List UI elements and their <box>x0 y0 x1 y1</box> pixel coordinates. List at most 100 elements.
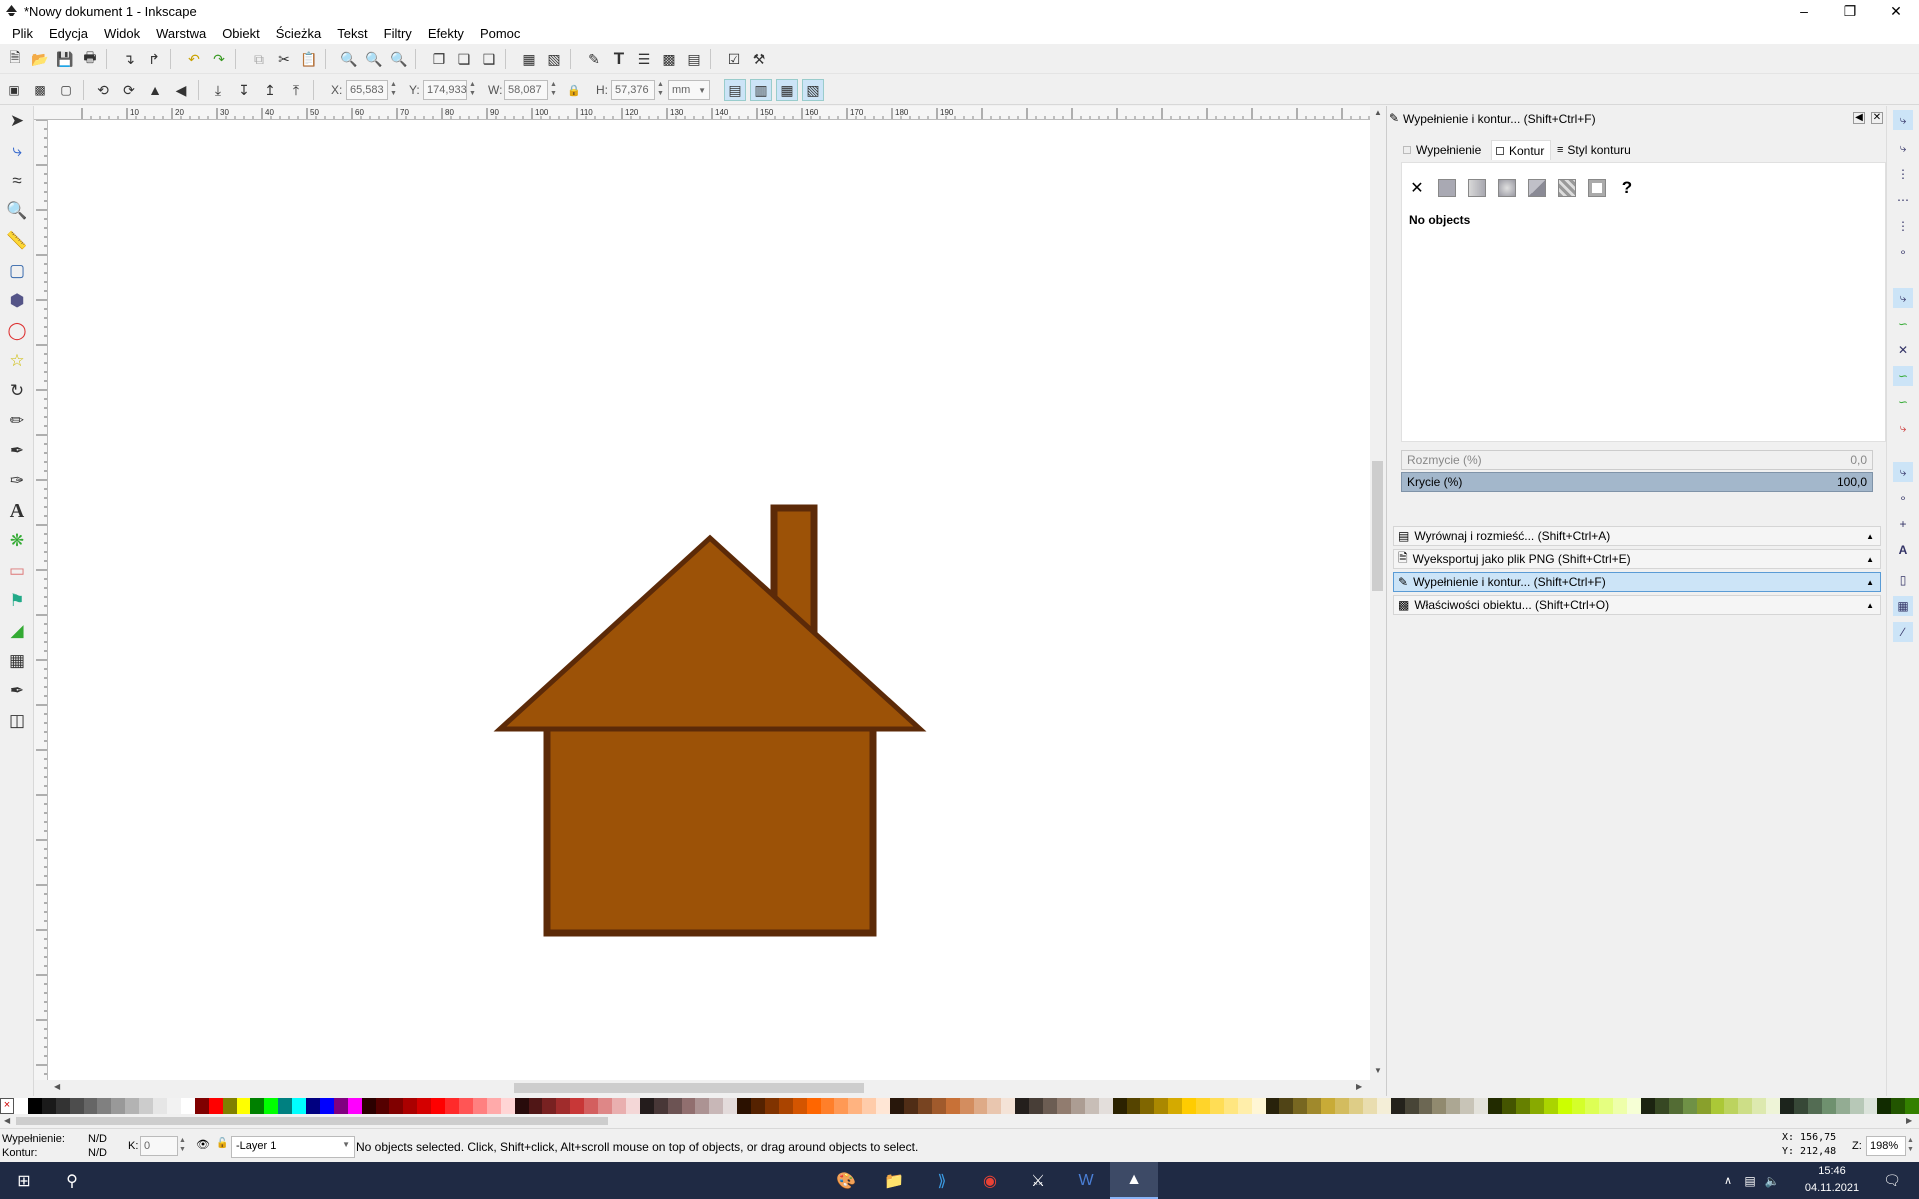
color-swatch[interactable] <box>1362 1098 1377 1114</box>
color-swatch[interactable] <box>97 1098 112 1114</box>
snap-nodes-icon[interactable]: ⤷ <box>1893 288 1913 308</box>
color-swatch[interactable] <box>1293 1098 1308 1114</box>
flat-color-icon[interactable] <box>1436 177 1458 199</box>
color-swatch[interactable] <box>1446 1098 1461 1114</box>
color-swatch[interactable] <box>1710 1098 1725 1114</box>
snap-rotation-center-icon[interactable]: + <box>1893 514 1913 534</box>
color-swatch[interactable] <box>1321 1098 1336 1114</box>
clock-time[interactable]: 15:46 <box>1800 1165 1864 1177</box>
snap-page-border-icon[interactable]: ▯ <box>1893 570 1913 590</box>
color-swatch[interactable] <box>556 1098 571 1114</box>
color-swatch[interactable] <box>125 1098 140 1114</box>
notifications-icon[interactable]: 🗨 <box>1872 1162 1912 1199</box>
spray-tool-icon[interactable]: ❋ <box>4 528 30 554</box>
scale-corners-icon[interactable]: ▥ <box>750 79 772 101</box>
unlink-clone-icon[interactable]: ❏ <box>453 48 475 70</box>
snap-object-center-icon[interactable]: ∘ <box>1893 488 1913 508</box>
color-swatch[interactable] <box>180 1098 195 1114</box>
select-original-icon[interactable]: ❑ <box>478 48 500 70</box>
export-icon[interactable]: ↱ <box>143 48 165 70</box>
color-swatch[interactable] <box>1668 1098 1683 1114</box>
color-swatch[interactable] <box>1265 1098 1280 1114</box>
snap-bbox-midpoint-icon[interactable]: ⋮ <box>1893 216 1913 236</box>
snap-enable-icon[interactable]: ⤷ <box>1893 110 1913 130</box>
zoom-spin[interactable]: ▲ ▼ <box>1907 1136 1914 1154</box>
color-swatch[interactable] <box>890 1098 904 1114</box>
flip-horizontal-icon[interactable]: ▲ <box>144 79 166 101</box>
paste-icon[interactable]: 📋 <box>298 48 320 70</box>
spiral-tool-icon[interactable]: ↻ <box>4 378 30 404</box>
color-swatch[interactable] <box>1599 1098 1614 1114</box>
color-swatch[interactable] <box>361 1098 376 1114</box>
undo-icon[interactable]: ↶ <box>183 48 205 70</box>
color-swatch[interactable] <box>1515 1098 1530 1114</box>
color-swatch[interactable] <box>1877 1098 1892 1114</box>
color-swatch[interactable] <box>166 1098 181 1114</box>
no-color-swatch[interactable]: × <box>0 1098 14 1114</box>
color-swatch[interactable] <box>278 1098 293 1114</box>
open-icon[interactable]: 📂 <box>29 48 51 70</box>
color-swatch[interactable] <box>1390 1098 1405 1114</box>
lower-icon[interactable]: ↧ <box>233 79 255 101</box>
color-swatch[interactable] <box>1029 1098 1044 1114</box>
color-palette[interactable]: × <box>0 1098 1919 1114</box>
vertical-scroll-thumb[interactable] <box>1372 461 1383 591</box>
gradient-tool-icon[interactable]: ◢ <box>4 618 30 644</box>
color-swatch[interactable] <box>1404 1098 1419 1114</box>
horizontal-scroll-thumb[interactable] <box>514 1083 864 1093</box>
house-roof[interactable] <box>493 534 927 732</box>
close-window-button[interactable]: ✕ <box>1873 0 1919 22</box>
color-swatch[interactable] <box>41 1098 56 1114</box>
chrome-icon[interactable]: ◉ <box>966 1162 1014 1199</box>
restore-button[interactable]: ❐ <box>1827 0 1873 22</box>
search-icon[interactable]: ⚲ <box>48 1162 96 1199</box>
windows-start-icon[interactable]: ⊞ <box>0 1162 48 1199</box>
color-swatch[interactable] <box>347 1098 362 1114</box>
scale-stroke-icon[interactable]: ▤ <box>724 79 746 101</box>
color-swatch[interactable] <box>1501 1098 1516 1114</box>
opacity-slider[interactable]: Krycie (%) 100,0 <box>1401 472 1873 492</box>
vscode-icon[interactable]: ⟫ <box>918 1162 966 1199</box>
lock-ratio-icon[interactable]: 🔒 <box>563 79 585 101</box>
snap-bbox-edge-icon[interactable]: ⋮ <box>1893 164 1913 184</box>
paint-app-icon[interactable]: 🎨 <box>822 1162 870 1199</box>
menu-file[interactable]: Plik <box>4 26 41 41</box>
dock-item-export[interactable]: 🗎 Wyeksportuj jako plik PNG (Shift+Ctrl+E… <box>1393 549 1881 569</box>
x-field[interactable]: 65,583 <box>346 80 388 100</box>
color-swatch[interactable] <box>1251 1098 1266 1114</box>
snap-grid-icon[interactable]: ▦ <box>1893 596 1913 616</box>
snap-others-icon[interactable]: ⤷ <box>1893 462 1913 482</box>
layer-lock-icon[interactable]: 🔓 <box>216 1138 228 1149</box>
h-field[interactable]: 57,376 <box>611 80 655 100</box>
pen-tool-icon[interactable]: ✒ <box>4 438 30 464</box>
color-swatch[interactable] <box>1543 1098 1558 1114</box>
snap-bbox-icon[interactable]: ⤷ <box>1893 138 1913 158</box>
color-swatch[interactable] <box>848 1098 863 1114</box>
color-swatch[interactable] <box>1696 1098 1711 1114</box>
color-swatch[interactable] <box>598 1098 612 1114</box>
color-swatch[interactable] <box>1905 1098 1919 1114</box>
color-swatch[interactable] <box>1196 1098 1210 1114</box>
color-swatch[interactable] <box>264 1098 279 1114</box>
color-swatch[interactable] <box>764 1098 779 1114</box>
color-swatch[interactable] <box>1154 1098 1169 1114</box>
color-swatch[interactable] <box>514 1098 529 1114</box>
color-swatch[interactable] <box>139 1098 154 1114</box>
group-icon[interactable]: ▦ <box>518 48 540 70</box>
unset-paint-icon[interactable]: ? <box>1616 177 1638 199</box>
menu-text[interactable]: Tekst <box>329 26 375 41</box>
save-icon[interactable]: 💾 <box>54 48 76 70</box>
color-swatch[interactable] <box>1056 1098 1071 1114</box>
color-swatch[interactable] <box>653 1098 668 1114</box>
no-paint-icon[interactable]: ✕ <box>1406 177 1428 199</box>
color-swatch[interactable] <box>208 1098 223 1114</box>
text-font-icon[interactable]: T <box>608 48 630 70</box>
raise-to-top-icon[interactable]: ⤒ <box>285 79 307 101</box>
text-tool-icon[interactable]: A <box>4 498 30 524</box>
file-explorer-icon[interactable]: 📁 <box>870 1162 918 1199</box>
color-swatch[interactable] <box>1098 1098 1113 1114</box>
dock-iconify-icon[interactable]: ◀ <box>1853 112 1865 124</box>
color-swatch[interactable] <box>389 1098 404 1114</box>
color-swatch[interactable] <box>1849 1098 1864 1114</box>
color-swatch[interactable] <box>1279 1098 1294 1114</box>
